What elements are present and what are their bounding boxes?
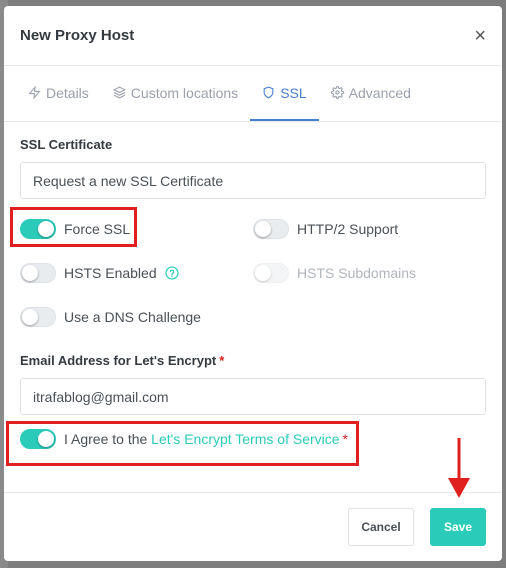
toggle-row-3: Use a DNS Challenge <box>20 295 486 339</box>
email-input[interactable]: itrafablog@gmail.com <box>20 378 486 415</box>
tab-label: Advanced <box>348 84 411 101</box>
save-button[interactable]: Save <box>430 508 486 546</box>
required-marker: * <box>219 353 225 368</box>
force-ssl-toggle[interactable] <box>20 219 56 239</box>
dialog-header: New Proxy Host × <box>4 6 502 66</box>
tab-bar: Details Custom locations SSL Advanced <box>4 66 502 122</box>
dialog-footer: Cancel Save <box>4 492 502 561</box>
dns-challenge-label: Use a DNS Challenge <box>64 309 201 325</box>
hsts-subdomains-label: HSTS Subdomains <box>297 265 417 281</box>
cancel-button[interactable]: Cancel <box>348 508 414 546</box>
force-ssl-label: Force SSL <box>64 221 131 237</box>
hsts-enabled-toggle[interactable] <box>20 263 56 283</box>
toggle-row-1: Force SSL HTTP/2 Support <box>20 207 486 251</box>
arrow-down-icon <box>448 438 470 498</box>
ssl-certificate-label: SSL Certificate <box>20 137 113 152</box>
terms-of-service-link[interactable]: Let's Encrypt Terms of Service <box>151 431 339 447</box>
tab-label: Details <box>46 84 89 101</box>
email-label: Email Address for Let's Encrypt <box>20 353 217 368</box>
shield-icon <box>263 86 274 99</box>
http2-support-toggle[interactable] <box>253 219 289 239</box>
tab-label: SSL <box>280 84 307 101</box>
hsts-subdomains-toggle <box>253 263 289 283</box>
tab-label: Custom locations <box>130 84 239 101</box>
tab-details[interactable]: Details <box>16 66 101 121</box>
email-label-row: Email Address for Let's Encrypt * <box>20 353 486 368</box>
agree-terms-label: I Agree to the Let's Encrypt Terms of Se… <box>64 431 348 447</box>
ssl-form: SSL Certificate Request a new SSL Certif… <box>4 122 502 461</box>
http2-support-label: HTTP/2 Support <box>297 221 399 237</box>
help-icon[interactable] <box>165 266 179 280</box>
proxy-host-dialog: New Proxy Host × Details Custom location… <box>4 6 502 561</box>
agree-terms-toggle[interactable] <box>20 429 56 449</box>
tab-ssl[interactable]: SSL <box>250 66 319 121</box>
required-marker: * <box>342 431 348 447</box>
layers-icon <box>112 86 126 99</box>
close-button[interactable]: × <box>474 26 486 46</box>
gear-icon <box>330 86 344 99</box>
dns-challenge-toggle[interactable] <box>20 307 56 327</box>
toggle-row-2: HSTS Enabled HSTS Subdomains <box>20 251 486 295</box>
tab-custom-locations[interactable]: Custom locations <box>101 66 250 121</box>
tab-advanced[interactable]: Advanced <box>319 66 423 121</box>
dialog-title: New Proxy Host <box>20 27 135 44</box>
lightning-icon <box>28 86 41 99</box>
ssl-certificate-select[interactable]: Request a new SSL Certificate <box>20 162 486 199</box>
agree-prefix: I Agree to the <box>64 431 152 447</box>
hsts-enabled-label: HSTS Enabled <box>64 265 157 281</box>
agree-row: I Agree to the Let's Encrypt Terms of Se… <box>20 417 486 461</box>
